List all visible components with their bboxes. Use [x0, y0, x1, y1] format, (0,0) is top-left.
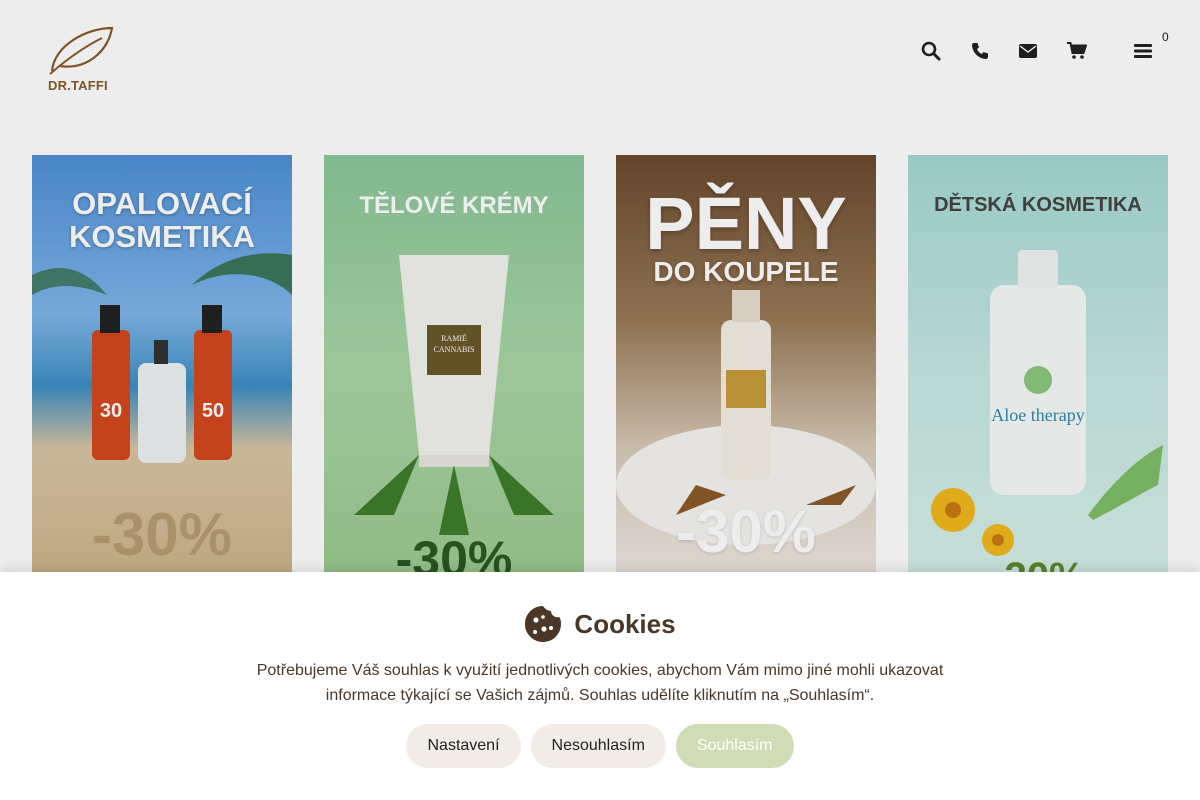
- cookie-text: Potřebujeme Váš souhlas k využití jednot…: [256, 662, 944, 704]
- category-card-sun-cosmetics[interactable]: 30 50 OPALOVACÍ KOSMETIKA -30%: [32, 155, 292, 575]
- cookie-title: Cookies: [574, 608, 676, 639]
- kids-cosmetics-illustration: [931, 250, 1163, 556]
- card-title: DĚTSKÁ KOSMETIKA: [934, 194, 1142, 216]
- logo[interactable]: DR.TAFFI: [46, 26, 116, 94]
- card-title: PĚNY: [645, 182, 847, 265]
- svg-text:50: 50: [202, 400, 224, 422]
- card-title: DO KOUPELE: [653, 256, 839, 287]
- category-card-kids-cosmetics[interactable]: DĚTSKÁ KOSMETIKA Aloe therapy -30%: [908, 155, 1168, 575]
- category-card-bath-foams[interactable]: PĚNY DO KOUPELE -30%: [616, 155, 876, 575]
- discount-badge: -30%: [395, 531, 513, 575]
- cookie-consent-bar: Cookies Potřebujeme Váš souhlas k využit…: [0, 572, 1200, 800]
- cookie-buttons: Nastavení Nesouhlasím Souhlasím: [0, 724, 1200, 768]
- cookie-header: Cookies: [0, 604, 1200, 644]
- svg-text:30: 30: [100, 400, 122, 422]
- cart-icon[interactable]: 0: [1064, 30, 1169, 64]
- logo-text: DR.TAFFI: [48, 78, 108, 93]
- settings-button[interactable]: Nastavení: [406, 724, 521, 768]
- discount-badge: -30%: [675, 498, 817, 565]
- accept-button[interactable]: Souhlasím: [675, 724, 794, 768]
- card-title: TĚLOVÉ KRÉMY: [359, 192, 549, 219]
- category-cards: 30 50 OPALOVACÍ KOSMETIKA -30% TĚLOVÉ KR…: [32, 155, 1168, 575]
- card-title: OPALOVACÍ: [72, 186, 252, 221]
- decline-button[interactable]: Nesouhlasím: [530, 724, 666, 768]
- phone-icon[interactable]: [967, 38, 993, 64]
- discount-badge: -30%: [91, 501, 233, 568]
- cookie-icon: [525, 606, 562, 642]
- menu-icon[interactable]: [1130, 38, 1156, 64]
- product-label: RAMIÈ CANNABIS: [433, 334, 475, 354]
- card-title: KOSMETIKA: [69, 218, 255, 254]
- site-header: DR.TAFFI 0: [0, 0, 1200, 120]
- product-label: Aloe therapy: [991, 405, 1085, 425]
- category-card-body-creams[interactable]: TĚLOVÉ KRÉMY RAMIÈ CANNABIS -30%: [324, 155, 584, 575]
- search-icon[interactable]: [918, 38, 944, 64]
- envelope-icon[interactable]: [1015, 38, 1041, 64]
- cart-count: 0: [1162, 30, 1169, 44]
- leaf-logo-icon: [49, 26, 114, 75]
